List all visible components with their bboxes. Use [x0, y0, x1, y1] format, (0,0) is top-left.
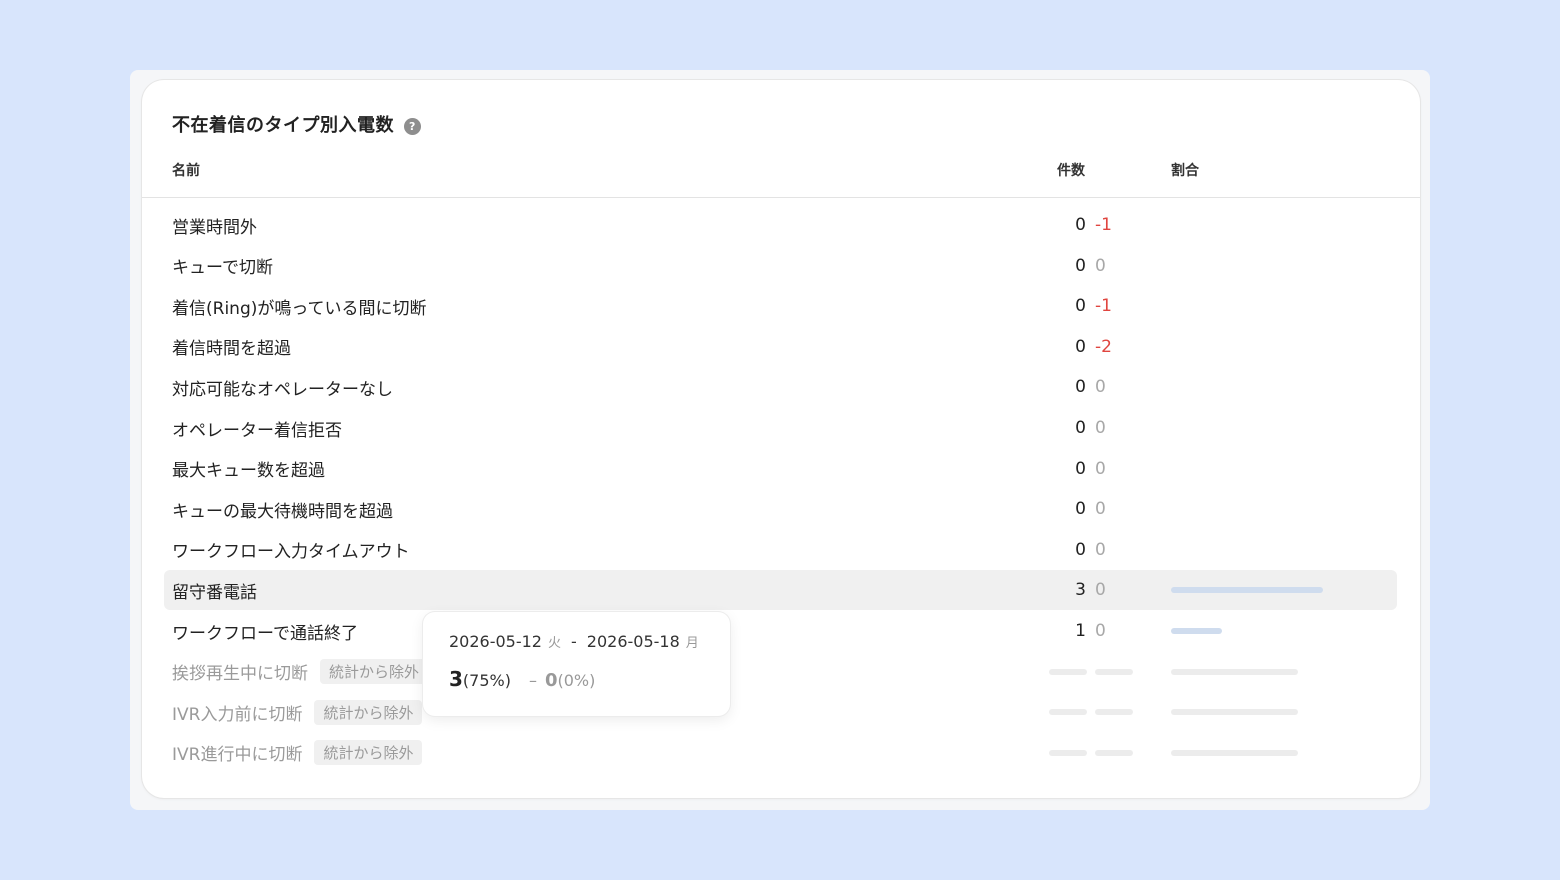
table-row[interactable]: 留守番電話 3 0 — [164, 570, 1397, 611]
diff-placeholder — [1095, 668, 1133, 675]
tooltip-value-pct: (75%) — [462, 671, 511, 690]
row-name-label: 挨拶再生中に切断 — [172, 664, 308, 685]
table-header: 名前 件数 割合 — [142, 158, 1420, 198]
tooltip-value: 3 — [449, 667, 463, 691]
column-header-count[interactable]: 件数 — [1057, 160, 1085, 180]
row-name-label: IVR入力前に切断 — [172, 704, 303, 725]
table-row[interactable]: ワークフローで通話終了 1 0 — [164, 611, 1397, 651]
row-diff: 0 — [1095, 458, 1106, 479]
missed-calls-card: 不在着信のタイプ別入電数 ? 名前 件数 割合 営業時間外 0 -1 キューで切断 0 0… — [142, 80, 1420, 798]
tooltip-end-date: 2026-05-18 — [586, 632, 680, 651]
row-diff: 0 — [1095, 580, 1106, 601]
row-count: 0 — [1075, 458, 1086, 479]
row-diff: 0 — [1095, 621, 1106, 641]
ratio-placeholder — [1171, 668, 1298, 675]
row-count: 0 — [1075, 336, 1086, 357]
count-placeholder — [1049, 709, 1087, 716]
row-name: ワークフロー入力タイムアウト — [172, 542, 410, 563]
diff-placeholder — [1095, 709, 1133, 716]
row-count: 0 — [1075, 499, 1086, 520]
table-row[interactable]: 営業時間外 0 -1 — [164, 205, 1397, 245]
row-count: 0 — [1075, 215, 1086, 235]
table-row[interactable]: 着信時間を超過 0 -2 — [164, 327, 1397, 367]
row-name: ワークフローで通話終了 — [172, 623, 358, 644]
table-row[interactable]: 最大キュー数を超過 0 0 — [164, 449, 1397, 489]
table-row[interactable]: オペレーター着信拒否 0 0 — [164, 408, 1397, 448]
tooltip-end-dow: 月 — [685, 636, 699, 651]
excluded-badge: 統計から除外 — [320, 659, 429, 685]
row-diff: -1 — [1095, 215, 1112, 235]
table-row-excluded: 挨拶再生中に切断 統計から除外 — [164, 652, 1397, 692]
table-row[interactable]: ワークフロー入力タイムアウト 0 0 — [164, 530, 1397, 570]
row-diff: 0 — [1095, 418, 1106, 438]
tooltip-prev-value: 0 — [544, 670, 558, 691]
table-row[interactable]: 対応可能なオペレーターなし 0 0 — [164, 367, 1397, 407]
row-name: 着信時間を超過 — [172, 339, 291, 360]
tooltip-dash: – — [528, 671, 537, 690]
row-name: キューで切断 — [172, 258, 273, 279]
row-name: IVR進行中に切断 統計から除外 — [172, 733, 423, 773]
row-name: 留守番電話 — [172, 582, 257, 603]
diff-placeholder — [1095, 749, 1133, 756]
excluded-badge: 統計から除外 — [314, 699, 423, 725]
ratio-placeholder — [1171, 749, 1298, 756]
count-placeholder — [1049, 749, 1087, 756]
row-name-label: IVR進行中に切断 — [172, 745, 303, 766]
column-header-ratio[interactable]: 割合 — [1171, 160, 1199, 180]
ratio-bar — [1171, 628, 1222, 634]
tooltip-values: 3 (75%) – 0 (0%) — [449, 667, 704, 691]
row-name: 着信(Ring)が鳴っている間に切断 — [172, 298, 427, 319]
row-diff: 0 — [1095, 377, 1106, 398]
row-name: 対応可能なオペレーターなし — [172, 379, 393, 400]
table-row-excluded: IVR入力前に切断 統計から除外 — [164, 692, 1397, 732]
column-header-name[interactable]: 名前 — [172, 160, 200, 180]
tooltip-prev-pct: (0%) — [557, 671, 596, 690]
card-title: 不在着信のタイプ別入電数 ? — [172, 110, 421, 138]
row-diff: -2 — [1095, 336, 1112, 357]
row-diff: 0 — [1095, 499, 1106, 520]
row-diff: 0 — [1095, 539, 1106, 560]
row-name: オペレーター着信拒否 — [172, 420, 342, 441]
table-row[interactable]: キューで切断 0 0 — [164, 246, 1397, 286]
row-diff: 0 — [1095, 255, 1106, 276]
card-title-text: 不在着信のタイプ別入電数 — [172, 115, 394, 136]
row-name: 挨拶再生中に切断 統計から除外 — [172, 652, 429, 692]
table-row-excluded: IVR進行中に切断 統計から除外 — [164, 733, 1397, 773]
row-count: 1 — [1075, 621, 1086, 641]
tooltip-start-date: 2026-05-12 — [449, 632, 542, 651]
row-diff: -1 — [1095, 296, 1112, 317]
row-count: 0 — [1075, 377, 1086, 398]
ratio-bar — [1171, 587, 1323, 594]
row-name: 営業時間外 — [172, 217, 257, 238]
tooltip-date-range: 2026-05-12 火 - 2026-05-18 月 — [449, 632, 704, 651]
table-row[interactable]: 着信(Ring)が鳴っている間に切断 0 -1 — [164, 286, 1397, 326]
chart-tooltip: 2026-05-12 火 - 2026-05-18 月 3 (75%) – 0 … — [423, 612, 730, 716]
tooltip-start-dow: 火 — [547, 636, 561, 651]
count-placeholder — [1049, 668, 1087, 675]
row-count: 0 — [1075, 418, 1086, 438]
tooltip-range-separator: - — [571, 632, 577, 651]
excluded-badge: 統計から除外 — [314, 740, 423, 766]
ratio-placeholder — [1171, 709, 1298, 716]
help-icon[interactable]: ? — [404, 117, 421, 135]
row-count: 0 — [1075, 255, 1086, 276]
table-row[interactable]: キューの最大待機時間を超過 0 0 — [164, 489, 1397, 529]
row-count: 0 — [1075, 296, 1086, 317]
row-name: IVR入力前に切断 統計から除外 — [172, 692, 423, 732]
row-count: 3 — [1075, 580, 1086, 601]
row-name: 最大キュー数を超過 — [172, 461, 325, 482]
row-count: 0 — [1075, 539, 1086, 560]
row-name: キューの最大待機時間を超過 — [172, 501, 393, 522]
